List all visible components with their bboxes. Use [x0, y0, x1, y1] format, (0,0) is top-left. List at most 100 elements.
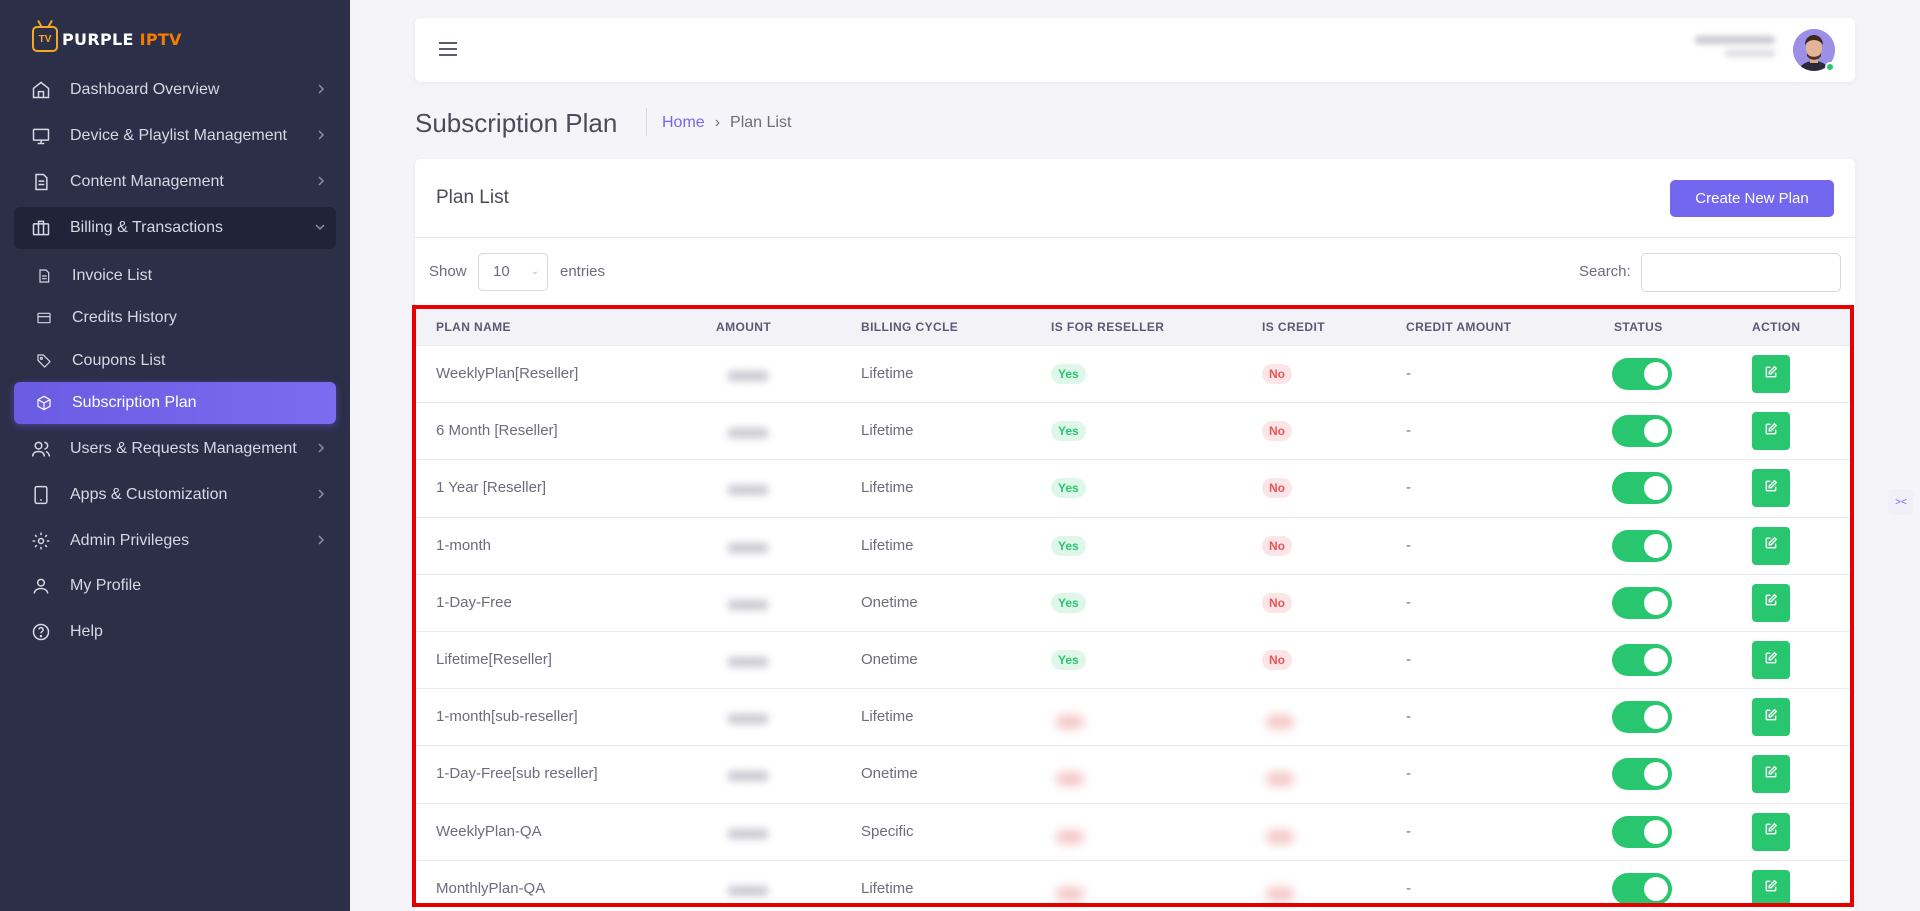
column-header-amount[interactable]: AMOUNT	[716, 320, 771, 334]
search-label: Search:	[1579, 263, 1631, 280]
sidebar-subitem-invoice-list[interactable]: Invoice List	[14, 255, 336, 297]
sidebar-item-billing-transactions[interactable]: Billing & Transactions	[14, 207, 336, 249]
brand-name: PURPLE IPTV	[62, 29, 182, 49]
chevron-down-icon	[314, 220, 326, 239]
sidebar-item-label: Content Management	[70, 173, 224, 190]
billing-cycle-cell: Lifetime	[861, 422, 914, 440]
status-toggle[interactable]	[1612, 586, 1672, 619]
status-toggle[interactable]	[1612, 758, 1672, 791]
online-status-dot	[1825, 62, 1835, 72]
users-icon	[30, 438, 52, 460]
is-reseller-badge: Yes	[1051, 592, 1086, 613]
sidebar-item-label: Dashboard Overview	[70, 81, 220, 98]
edit-button[interactable]	[1752, 355, 1790, 393]
breadcrumb-home-link[interactable]: Home	[662, 114, 705, 132]
sidebar-item-content-management[interactable]: Content Management	[14, 161, 336, 203]
sidebar-item-users-requests[interactable]: Users & Requests Management	[14, 428, 336, 470]
sidebar-subitem-label: Credits History	[72, 309, 177, 326]
status-toggle[interactable]	[1612, 472, 1672, 505]
column-header-billing-cycle[interactable]: BILLING CYCLE	[861, 320, 958, 334]
sidebar-subitem-coupons-list[interactable]: Coupons List	[14, 340, 336, 382]
column-header-is-credit[interactable]: IS CREDIT	[1262, 320, 1325, 334]
edit-button[interactable]	[1752, 698, 1790, 737]
sidebar-item-device-playlist[interactable]: Device & Playlist Management	[14, 115, 336, 157]
sidebar-item-label: Billing & Transactions	[70, 219, 223, 236]
sidebar-item-my-profile[interactable]: My Profile	[14, 565, 336, 607]
sidebar-item-admin-privileges[interactable]: Admin Privileges	[14, 520, 336, 562]
is-reseller-badge-redacted	[1056, 829, 1084, 844]
amount-redacted	[728, 371, 768, 381]
toggle-knob	[1644, 762, 1668, 787]
edit-button[interactable]	[1752, 812, 1790, 851]
status-toggle[interactable]	[1612, 872, 1672, 903]
title-divider	[646, 108, 647, 136]
file-icon	[34, 266, 54, 286]
toggle-knob	[1644, 819, 1668, 844]
edit-button[interactable]	[1752, 755, 1790, 794]
column-header-action[interactable]: ACTION	[1752, 320, 1800, 334]
menu-icon[interactable]	[437, 40, 459, 58]
sidebar-item-label: Users & Requests Management	[70, 440, 297, 457]
edit-icon	[1764, 479, 1778, 498]
sidebar: TV PURPLE IPTV Dashboard Overview Device…	[0, 0, 350, 911]
sidebar-item-label: My Profile	[70, 577, 142, 594]
column-header-is-for-reseller[interactable]: IS FOR RESELLER	[1051, 320, 1164, 334]
sidebar-subitem-credits-history[interactable]: Credits History	[14, 297, 336, 339]
user-icon	[30, 575, 52, 597]
top-navbar	[415, 18, 1855, 82]
sidebar-item-label: Help	[70, 623, 103, 640]
column-header-status[interactable]: STATUS	[1614, 320, 1663, 334]
sidebar-item-label: Device & Playlist Management	[70, 127, 287, 144]
divider	[415, 237, 1855, 238]
table-row: 1-month Lifetime Yes No -	[416, 516, 1850, 574]
toggle-knob	[1644, 362, 1668, 386]
sidebar-subitem-subscription-plan[interactable]: Subscription Plan	[14, 382, 336, 424]
code-widget-icon[interactable]: ><	[1888, 489, 1914, 515]
status-toggle[interactable]	[1612, 815, 1672, 848]
column-header-plan-name[interactable]: PLAN NAME	[436, 320, 511, 334]
status-toggle[interactable]	[1612, 701, 1672, 734]
table-row: 6 Month [Reseller] Lifetime Yes No -	[416, 402, 1850, 459]
create-new-plan-button[interactable]: Create New Plan	[1670, 180, 1834, 217]
edit-button[interactable]	[1752, 641, 1790, 679]
tv-logo-icon: TV	[32, 26, 58, 52]
plan-name-cell: Lifetime[Reseller]	[436, 651, 552, 668]
sidebar-item-dashboard-overview[interactable]: Dashboard Overview	[14, 69, 336, 111]
status-toggle[interactable]	[1612, 358, 1672, 390]
table-row: 1-Day-Free Onetime Yes No -	[416, 573, 1850, 631]
column-header-credit-amount[interactable]: CREDIT AMOUNT	[1406, 320, 1511, 334]
search-input[interactable]	[1641, 253, 1841, 292]
toggle-knob	[1644, 419, 1668, 444]
entries-per-page-select[interactable]: 10 ⌄	[478, 253, 548, 291]
table-row: Lifetime[Reseller] Onetime Yes No -	[416, 631, 1850, 688]
credit-amount-cell: -	[1406, 365, 1411, 382]
card-title: Plan List	[436, 187, 509, 208]
sidebar-item-apps-customization[interactable]: Apps & Customization	[14, 474, 336, 516]
status-toggle[interactable]	[1612, 644, 1672, 676]
edit-button[interactable]	[1752, 412, 1790, 451]
table-header: PLAN NAME AMOUNT BILLING CYCLE IS FOR RE…	[416, 309, 1850, 345]
edit-button[interactable]	[1752, 583, 1790, 622]
is-credit-badge: No	[1262, 650, 1292, 670]
billing-cycle-cell: Lifetime	[861, 365, 914, 382]
is-reseller-badge-redacted	[1056, 715, 1084, 730]
status-toggle[interactable]	[1612, 529, 1672, 562]
status-toggle[interactable]	[1612, 415, 1672, 448]
credit-amount-cell: -	[1406, 479, 1411, 497]
credit-card-icon	[34, 308, 54, 328]
is-reseller-badge: Yes	[1051, 650, 1086, 670]
sidebar-subitem-label: Coupons List	[72, 352, 166, 369]
edit-button[interactable]	[1752, 869, 1790, 903]
is-reseller-badge: Yes	[1051, 421, 1086, 442]
edit-button[interactable]	[1752, 469, 1790, 508]
edit-button[interactable]	[1752, 526, 1790, 565]
billing-cycle-cell: Onetime	[861, 593, 918, 611]
table-row: 1-Day-Free[sub reseller] Onetime -	[416, 745, 1850, 802]
brand-logo[interactable]: TV PURPLE IPTV	[32, 24, 182, 54]
sidebar-item-help[interactable]: Help	[14, 611, 336, 653]
sidebar-subitem-label: Subscription Plan	[72, 394, 197, 411]
plan-name-cell: 1-month[sub-reseller]	[436, 708, 578, 726]
is-reseller-badge-redacted	[1056, 772, 1084, 787]
is-credit-badge-redacted	[1266, 715, 1294, 730]
is-credit-badge: No	[1262, 421, 1292, 442]
